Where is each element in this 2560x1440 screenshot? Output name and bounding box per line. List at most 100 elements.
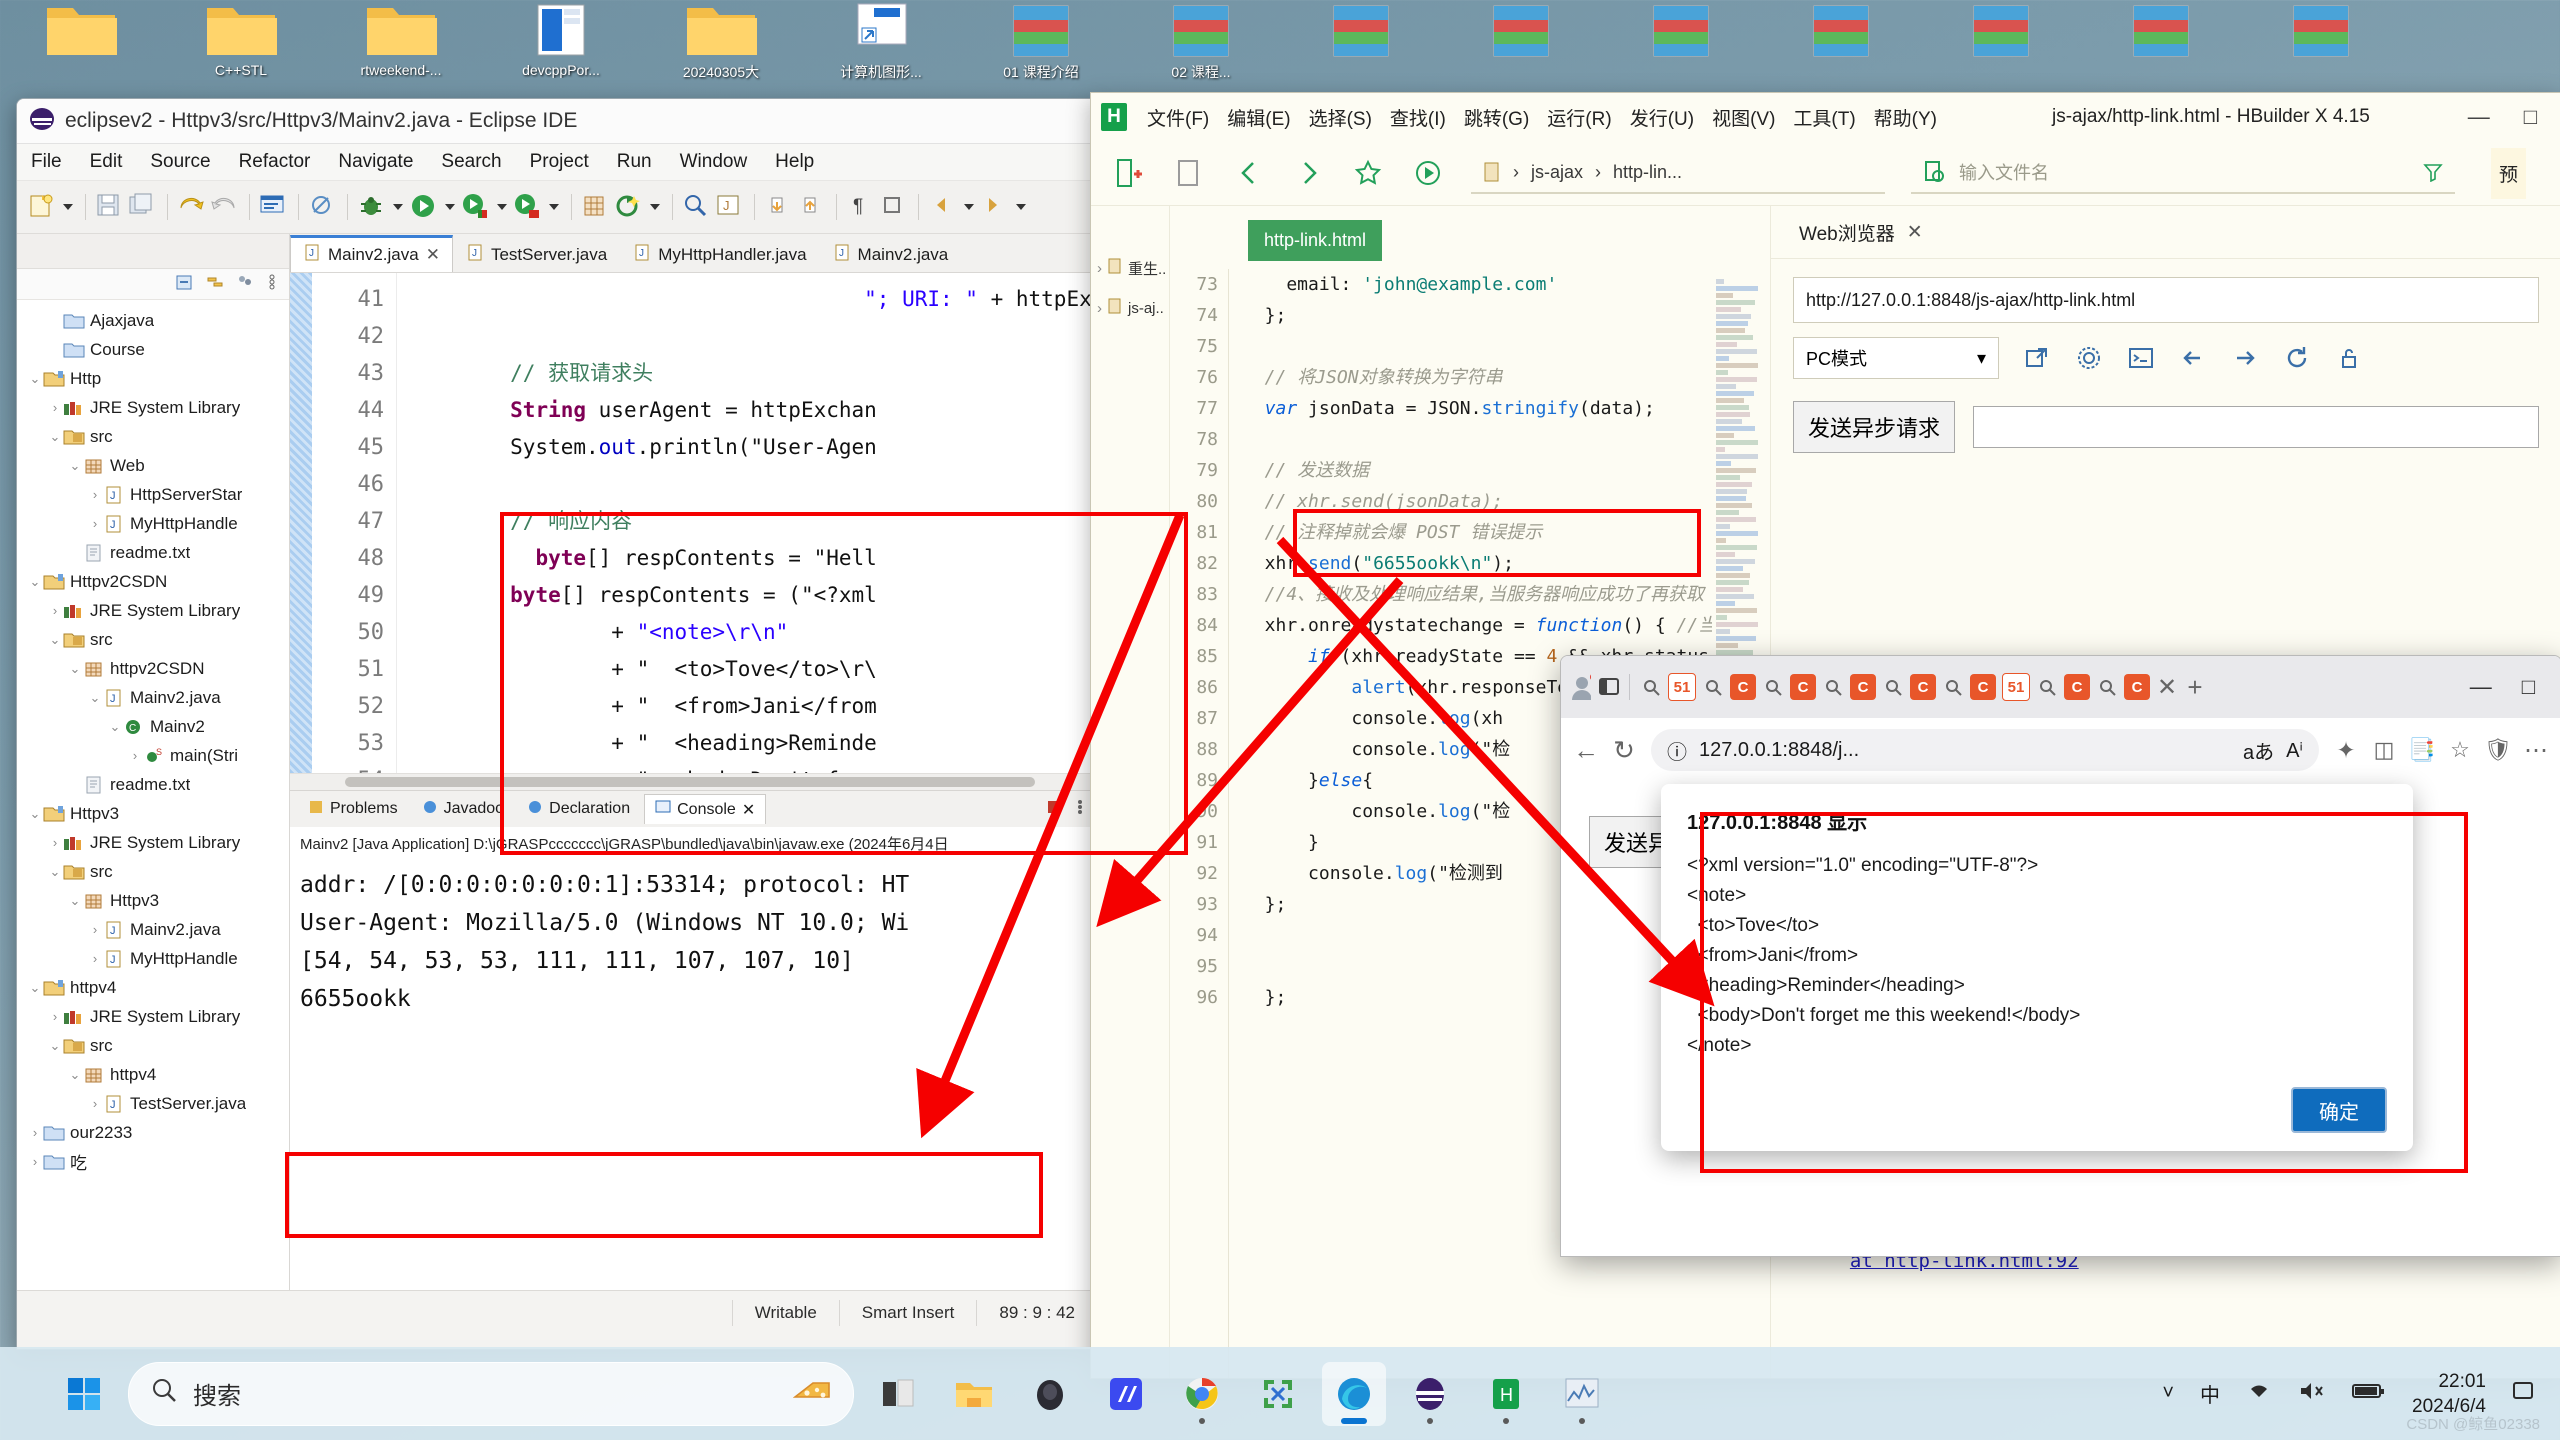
tree-twisty-icon[interactable]: ⌄ — [47, 429, 63, 445]
link-with-editor-icon[interactable] — [205, 272, 225, 297]
notification-icon[interactable] — [2512, 1380, 2534, 1408]
edge-tab-favicon[interactable]: C — [1850, 674, 1876, 700]
taskbar-app-vscode-tools[interactable] — [1246, 1362, 1310, 1426]
alert-ok-button[interactable]: 确定 — [2291, 1087, 2387, 1133]
page-text-input[interactable] — [1973, 406, 2539, 448]
tree-twisty-icon[interactable]: › — [47, 1009, 63, 1024]
editor-tab-2[interactable]: JMyHttpHandler.java — [620, 237, 819, 272]
breadcrumb-item-0[interactable]: js-ajax — [1531, 162, 1583, 183]
edge-tab-badge[interactable]: 51 — [2002, 673, 2030, 701]
battery-icon[interactable] — [2352, 1381, 2386, 1407]
console-overflow-icon[interactable] — [1073, 798, 1087, 821]
hbuilder-menu-0[interactable]: 文件(F) — [1147, 104, 1209, 131]
tree-twisty-icon[interactable]: › — [87, 922, 103, 937]
reload-icon[interactable] — [2283, 344, 2311, 372]
tree-item-httpv4[interactable]: ⌄httpv4 — [17, 1060, 289, 1089]
code-line[interactable] — [409, 466, 1097, 503]
skip-breakpoints-icon[interactable] — [308, 192, 338, 222]
view-overflow-icon[interactable] — [265, 272, 279, 297]
back-icon[interactable]: ← — [1575, 739, 1597, 761]
save-icon[interactable] — [95, 192, 125, 222]
settings-more-icon[interactable]: ⋯ — [2525, 739, 2547, 761]
debug-icon[interactable] — [357, 192, 387, 222]
tree-item-http[interactable]: ⌄Http — [17, 364, 289, 393]
editor-horizontal-scrollbar[interactable] — [290, 773, 1097, 790]
tree-item-main-stri[interactable]: ›Smain(Stri — [17, 741, 289, 770]
tree-twisty-icon[interactable]: ⌄ — [107, 719, 123, 735]
close-icon[interactable]: ✕ — [426, 245, 440, 265]
code-line[interactable]: + "<note>\r\n" — [409, 614, 1097, 651]
new-icon[interactable] — [27, 192, 57, 222]
package-explorer-toolbar[interactable] — [17, 234, 289, 269]
tree-twisty-icon[interactable]: ⌄ — [27, 574, 43, 590]
edge-tab-search-icon[interactable] — [1762, 676, 1784, 698]
file-search-field[interactable]: 输入文件名 — [1911, 152, 2455, 194]
eclipse-menu-source[interactable]: Source — [150, 151, 210, 173]
tree-item-jre-system-library[interactable]: ›JRE System Library — [17, 828, 289, 857]
start-button[interactable] — [52, 1362, 116, 1426]
tree-item-myhttphandle[interactable]: ›JMyHttpHandle — [17, 944, 289, 973]
tree-twisty-icon[interactable]: ⌄ — [47, 1038, 63, 1054]
code-line[interactable]: byte[] respContents = "Hell — [409, 540, 1097, 577]
taskbar-app-blender[interactable] — [1018, 1362, 1082, 1426]
tree-twisty-icon[interactable]: ⌄ — [27, 980, 43, 996]
undo-icon[interactable] — [177, 192, 207, 222]
tree-item-src[interactable]: ⌄src — [17, 625, 289, 654]
desktop-icon-7[interactable]: 02 课程... — [1126, 2, 1276, 82]
new-dropdown-icon[interactable] — [63, 204, 73, 210]
run-server-icon[interactable] — [513, 192, 543, 222]
open-external-icon[interactable] — [2023, 344, 2051, 372]
console-tabbar[interactable]: ProblemsJavadocDeclarationConsole✕ — [290, 790, 1097, 827]
forward-dropdown-icon[interactable] — [1016, 204, 1026, 210]
console-tab-declaration[interactable]: Declaration — [517, 795, 640, 824]
tree-twisty-icon[interactable]: ⌄ — [67, 661, 83, 677]
run-dropdown-icon[interactable] — [445, 204, 455, 210]
edge-tab-search-icon[interactable] — [1822, 676, 1844, 698]
chevron-right-icon[interactable]: › — [1097, 260, 1102, 277]
code-line[interactable] — [1243, 331, 1712, 362]
code-line[interactable]: + " <body>Don't forg — [409, 762, 1097, 773]
tree-item-src[interactable]: ⌄src — [17, 857, 289, 886]
code-line[interactable]: System.out.println("User-Agen — [409, 429, 1097, 466]
hbuilder-menu-8[interactable]: 工具(T) — [1793, 104, 1855, 131]
console-tab-javadoc[interactable]: Javadoc — [412, 795, 514, 824]
paragraph-marks-icon[interactable]: ¶ — [846, 192, 876, 222]
tree-item-our2233[interactable]: ›our2233 — [17, 1118, 289, 1147]
edge-tabstrip[interactable]: 51CCCCC51CC✕+—□ — [1561, 656, 2560, 718]
edge-tab-badge[interactable]: 51 — [1668, 673, 1696, 701]
code-line[interactable]: // 发送数据 — [1243, 455, 1712, 486]
taskbar-app-monitor[interactable] — [1550, 1362, 1614, 1426]
eclipse-menu-window[interactable]: Window — [680, 151, 748, 173]
edge-tab-search-icon[interactable] — [2036, 676, 2058, 698]
project-tree[interactable]: AjaxjavaCourse⌄Http›JRE System Library⌄s… — [17, 300, 289, 1290]
tree-twisty-icon[interactable]: ⌄ — [87, 690, 103, 706]
code-line[interactable]: }; — [1243, 300, 1712, 331]
close-icon[interactable]: ✕ — [2156, 676, 2178, 698]
web-url-field[interactable]: http://127.0.0.1:8848/js-ajax/http-link.… — [1793, 277, 2539, 323]
web-panel-controls[interactable]: PC模式 ▾ — [1793, 337, 2539, 379]
code-line[interactable]: "; URI: " + httpExcha — [409, 281, 1097, 318]
search-icon[interactable] — [682, 192, 712, 222]
chevron-right-icon[interactable]: › — [1097, 300, 1102, 317]
tree-twisty-icon[interactable]: ⌄ — [27, 371, 43, 387]
eclipse-toolbar[interactable]: J ¶ — [17, 181, 1097, 234]
desktop-icon-0[interactable] — [6, 2, 156, 62]
taskbar-search[interactable]: 搜索 — [128, 1362, 854, 1426]
desktop-icon-4[interactable]: 20240305大 — [646, 2, 796, 82]
run-preview-icon[interactable] — [1411, 156, 1445, 190]
redo-icon[interactable] — [210, 192, 240, 222]
lock-icon[interactable] — [2335, 344, 2363, 372]
desktop-icon-12[interactable] — [1926, 2, 2076, 62]
edge-tab-favicon[interactable]: C — [1970, 674, 1996, 700]
save-icon[interactable] — [1171, 156, 1205, 190]
eclipse-menu-refactor[interactable]: Refactor — [239, 151, 311, 173]
taskbar-app-hbuilder[interactable]: H — [1474, 1362, 1538, 1426]
tree-twisty-icon[interactable]: › — [47, 835, 63, 850]
info-icon[interactable]: ⓘ — [1667, 736, 1687, 765]
code-line[interactable]: + " <heading>Reminde — [409, 725, 1097, 762]
hbuilder-menu-4[interactable]: 跳转(G) — [1464, 104, 1529, 131]
web-browser-tab[interactable]: Web浏览器 ✕ — [1771, 206, 2560, 259]
eclipse-menubar[interactable]: FileEditSourceRefactorNavigateSearchProj… — [17, 144, 1097, 181]
taskbar-app-eclipse[interactable] — [1398, 1362, 1462, 1426]
taskbar-app-taskview[interactable] — [866, 1362, 930, 1426]
